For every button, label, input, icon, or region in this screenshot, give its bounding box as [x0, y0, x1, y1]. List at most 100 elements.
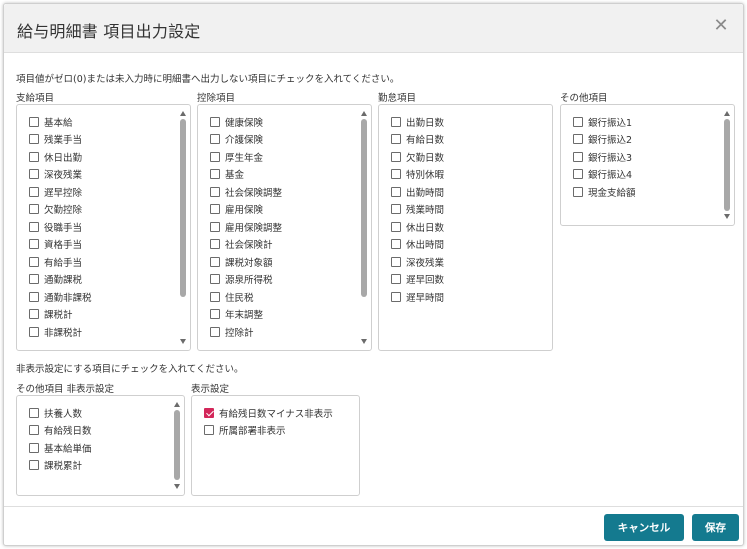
- scroll-up-icon[interactable]: [174, 402, 180, 407]
- checkbox-item[interactable]: 課税計: [29, 306, 92, 324]
- checkbox-item[interactable]: 遅早回数: [391, 271, 444, 289]
- checkbox[interactable]: [210, 326, 220, 337]
- checkbox[interactable]: [29, 221, 39, 232]
- checkbox-item[interactable]: 有給残日数マイナス非表示: [204, 404, 333, 422]
- checkbox[interactable]: [210, 221, 220, 232]
- checkbox-item[interactable]: 年末調整: [210, 306, 282, 324]
- scroll-down-icon[interactable]: [361, 339, 367, 344]
- checkbox-item[interactable]: 残業手当: [29, 131, 92, 149]
- checkbox[interactable]: [29, 116, 39, 127]
- checkbox-item[interactable]: 社会保険調整: [210, 183, 282, 201]
- checkbox[interactable]: [29, 407, 39, 418]
- checkbox[interactable]: [573, 134, 583, 145]
- checkbox[interactable]: [210, 274, 220, 285]
- cancel-button[interactable]: キャンセル: [604, 514, 684, 541]
- checkbox-item[interactable]: 基金: [210, 166, 282, 184]
- scroll-thumb[interactable]: [180, 119, 186, 297]
- checkbox[interactable]: [29, 151, 39, 162]
- checkbox-item[interactable]: 有給日数: [391, 131, 444, 149]
- checkbox[interactable]: [391, 239, 401, 250]
- checkbox-item[interactable]: 非課税計: [29, 323, 92, 341]
- checkbox[interactable]: [29, 134, 39, 145]
- checkbox[interactable]: [391, 151, 401, 162]
- checkbox[interactable]: [391, 134, 401, 145]
- scrollbar[interactable]: [173, 398, 182, 493]
- checkbox-item[interactable]: 通勤非課税: [29, 288, 92, 306]
- checkbox[interactable]: [210, 134, 220, 145]
- checkbox-item[interactable]: 出勤時間: [391, 183, 444, 201]
- checkbox[interactable]: [210, 169, 220, 180]
- checkbox-item[interactable]: 有給手当: [29, 253, 92, 271]
- checkbox-item[interactable]: 通勤課税: [29, 271, 92, 289]
- checkbox[interactable]: [391, 256, 401, 267]
- checkbox[interactable]: [210, 186, 220, 197]
- checkbox[interactable]: [204, 425, 214, 436]
- checkbox[interactable]: [29, 169, 39, 180]
- other-hidden-items-list[interactable]: 扶養人数 有給残日数 基本給単価 課税累計: [16, 395, 185, 496]
- attendance-items-list[interactable]: 出勤日数 有給日数 欠勤日数 特別休暇 出勤時間 残業時間 休出日数 休出時間 深夜残業 遅早回数…: [378, 104, 553, 351]
- checkbox-item[interactable]: 課税対象額: [210, 253, 282, 271]
- checkbox-item[interactable]: 遅早控除: [29, 183, 92, 201]
- checkbox[interactable]: [391, 169, 401, 180]
- scroll-thumb[interactable]: [724, 119, 730, 211]
- checkbox-item[interactable]: 介護保険: [210, 131, 282, 149]
- payment-items-list[interactable]: 基本給 残業手当 休日出勤 深夜残業 遅早控除 欠勤控除 役職手当 資格手当 有給手当 通勤課税通…: [16, 104, 191, 351]
- scrollbar[interactable]: [723, 107, 732, 223]
- scroll-up-icon[interactable]: [361, 111, 367, 116]
- display-settings-list[interactable]: 有給残日数マイナス非表示 所属部署非表示: [191, 395, 360, 496]
- checkbox[interactable]: [29, 309, 39, 320]
- checkbox-item[interactable]: 雇用保険調整: [210, 218, 282, 236]
- checkbox-item[interactable]: 厚生年金: [210, 148, 282, 166]
- checkbox[interactable]: [573, 151, 583, 162]
- checkbox[interactable]: [210, 204, 220, 215]
- scroll-thumb[interactable]: [174, 410, 180, 480]
- scroll-down-icon[interactable]: [174, 484, 180, 489]
- checkbox[interactable]: [29, 326, 39, 337]
- checkbox-item[interactable]: 銀行振込4: [573, 166, 636, 184]
- checkbox-item[interactable]: 休日出勤: [29, 148, 92, 166]
- checkbox-item[interactable]: 課税累計: [29, 457, 92, 475]
- checkbox[interactable]: [29, 291, 39, 302]
- checkbox-checked[interactable]: [204, 407, 214, 418]
- checkbox-item[interactable]: 銀行振込1: [573, 113, 636, 131]
- checkbox-item[interactable]: 銀行振込3: [573, 148, 636, 166]
- checkbox-item[interactable]: 基本給: [29, 113, 92, 131]
- checkbox[interactable]: [210, 309, 220, 320]
- checkbox[interactable]: [210, 291, 220, 302]
- other-items-list[interactable]: 銀行振込1 銀行振込2 銀行振込3 銀行振込4 現金支給額: [560, 104, 735, 226]
- checkbox-item[interactable]: 休出日数: [391, 218, 444, 236]
- checkbox[interactable]: [573, 169, 583, 180]
- checkbox[interactable]: [29, 425, 39, 436]
- checkbox[interactable]: [391, 116, 401, 127]
- checkbox-item[interactable]: 現金支給額: [573, 183, 636, 201]
- checkbox[interactable]: [29, 239, 39, 250]
- checkbox[interactable]: [29, 186, 39, 197]
- scroll-up-icon[interactable]: [724, 111, 730, 116]
- checkbox[interactable]: [573, 186, 583, 197]
- deduction-items-list[interactable]: 健康保険 介護保険 厚生年金 基金 社会保険調整 雇用保険 雇用保険調整 社会保険計 課税対象額…: [197, 104, 372, 351]
- checkbox[interactable]: [391, 221, 401, 232]
- checkbox[interactable]: [210, 116, 220, 127]
- close-icon[interactable]: ✕: [713, 17, 729, 35]
- checkbox-item[interactable]: 欠勤控除: [29, 201, 92, 219]
- checkbox[interactable]: [29, 442, 39, 453]
- checkbox-item[interactable]: 役職手当: [29, 218, 92, 236]
- checkbox-item[interactable]: 残業時間: [391, 201, 444, 219]
- checkbox[interactable]: [391, 204, 401, 215]
- scrollbar[interactable]: [360, 107, 369, 348]
- checkbox-item[interactable]: 社会保険計: [210, 236, 282, 254]
- checkbox-item[interactable]: 基本給単価: [29, 439, 92, 457]
- checkbox[interactable]: [391, 186, 401, 197]
- scroll-up-icon[interactable]: [180, 111, 186, 116]
- checkbox-item[interactable]: 遅早時間: [391, 288, 444, 306]
- checkbox-item[interactable]: 控除計: [210, 323, 282, 341]
- checkbox-item[interactable]: 扶養人数: [29, 404, 92, 422]
- checkbox-item[interactable]: 深夜残業: [391, 253, 444, 271]
- checkbox-item[interactable]: 休出時間: [391, 236, 444, 254]
- checkbox-item[interactable]: 銀行振込2: [573, 131, 636, 149]
- checkbox-item[interactable]: 所属部署非表示: [204, 422, 333, 440]
- scrollbar[interactable]: [179, 107, 188, 348]
- scroll-down-icon[interactable]: [724, 214, 730, 219]
- checkbox-item[interactable]: 特別休暇: [391, 166, 444, 184]
- save-button[interactable]: 保存: [692, 514, 739, 541]
